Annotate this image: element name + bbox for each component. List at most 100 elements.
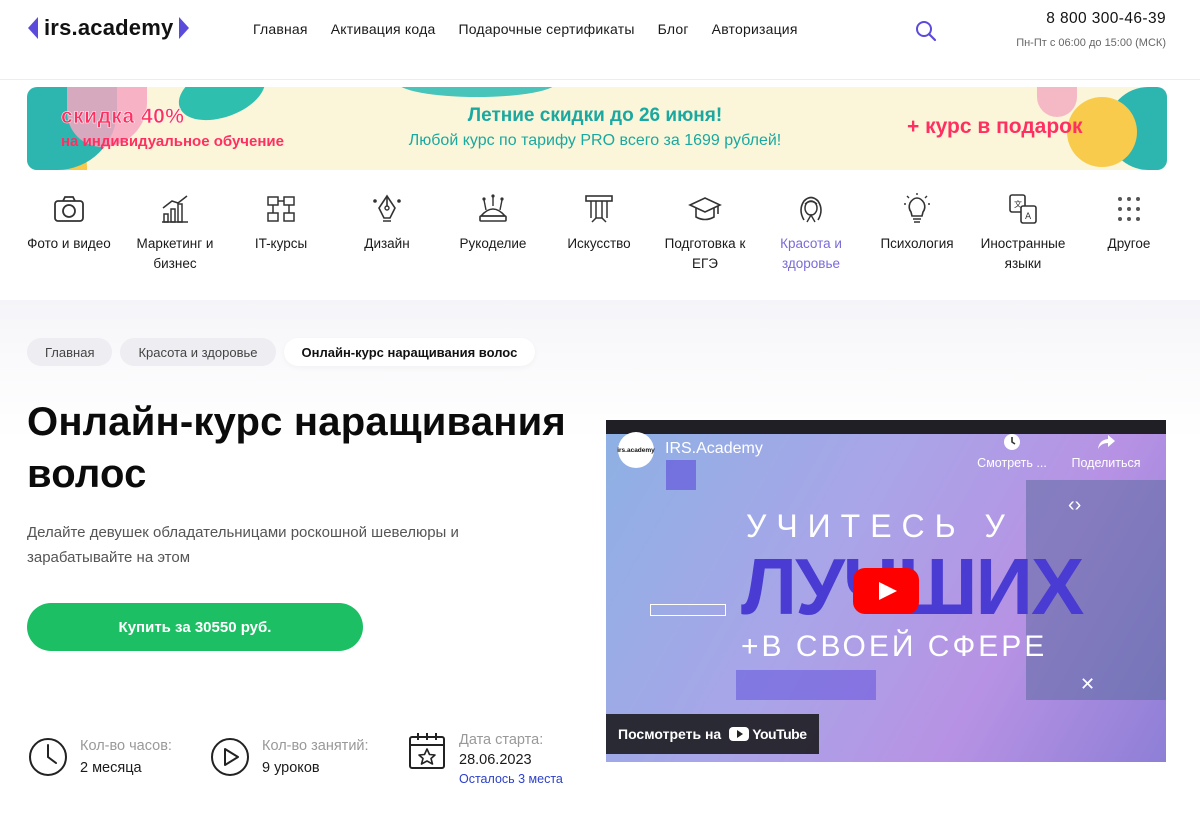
- main-nav: Главная Активация кода Подарочные сертиф…: [253, 21, 798, 37]
- breadcrumb-current: Онлайн-курс наращивания волос: [283, 338, 536, 366]
- category-label: Другое: [1107, 236, 1151, 251]
- category-other[interactable]: Другое: [1076, 192, 1182, 288]
- channel-avatar[interactable]: irs.academy: [617, 432, 655, 468]
- clock-icon: [29, 738, 67, 776]
- category-beauty-health[interactable]: Красота и здоровье: [758, 192, 864, 288]
- share-arrow-icon: [1098, 435, 1115, 449]
- stat-lessons: Кол-во занятий: 9 уроков: [209, 736, 369, 780]
- breadcrumb: Главная Красота и здоровье Онлайн-курс н…: [27, 338, 536, 366]
- channel-name[interactable]: IRS.Academy: [665, 440, 763, 458]
- logo-bracket-right: [179, 17, 190, 39]
- watch-later-label: Смотреть ...: [977, 456, 1047, 470]
- search-icon[interactable]: [915, 20, 937, 42]
- lightbulb-icon: [904, 193, 930, 223]
- category-label: IT-курсы: [254, 236, 308, 251]
- share-label: Поделиться: [1071, 456, 1141, 470]
- column-icon: [585, 195, 613, 223]
- category-exam-prep[interactable]: Подготовка к ЕГЭ: [652, 192, 758, 288]
- logo-bracket-left: [28, 17, 38, 39]
- site-header: irs.academy Главная Активация кода Подар…: [0, 0, 1200, 80]
- nav-home[interactable]: Главная: [253, 21, 308, 37]
- category-art[interactable]: Искусство: [546, 192, 652, 288]
- banner-discount: скидка 40%: [61, 105, 185, 129]
- camera-icon: [54, 196, 84, 222]
- svg-text:A: A: [1025, 212, 1032, 222]
- stat-label: Дата старта:: [459, 732, 544, 748]
- category-it[interactable]: IT-курсы: [228, 192, 334, 288]
- category-photo-video[interactable]: Фото и видео: [16, 192, 122, 288]
- breadcrumb-home[interactable]: Главная: [27, 338, 113, 366]
- category-label: Рукоделие: [459, 236, 527, 251]
- clock-icon: [1004, 434, 1020, 450]
- youtube-logo: YouTube: [729, 726, 807, 742]
- category-handicraft[interactable]: Рукоделие: [440, 192, 546, 288]
- nav-gift-certificates[interactable]: Подарочные сертификаты: [458, 21, 634, 37]
- cross-decor-icon: ✕: [1080, 674, 1096, 694]
- video-decor-frame: [650, 604, 726, 616]
- play-button[interactable]: [853, 568, 919, 614]
- stat-label: Кол-во часов:: [80, 738, 172, 754]
- video-thumbnail-decor: [666, 460, 696, 490]
- youtube-wordmark: YouTube: [752, 726, 807, 742]
- breadcrumb-category[interactable]: Красота и здоровье: [120, 338, 276, 366]
- stat-start-date: Дата старта: 28.06.2023 Осталось 3 места: [406, 730, 563, 788]
- category-label: Психология: [880, 236, 954, 251]
- stat-value: 9 уроков: [262, 760, 320, 776]
- stat-value: 28.06.2023: [459, 752, 532, 768]
- banner-decor: [171, 87, 273, 131]
- code-brackets-icon: ‹›: [1068, 494, 1082, 516]
- category-psychology[interactable]: Психология: [864, 192, 970, 288]
- translate-icon: 文 A: [1009, 194, 1037, 224]
- watch-on-label: Посмотреть на: [618, 726, 722, 742]
- woman-face-icon: [800, 196, 822, 223]
- category-label: Иностранные языки: [980, 236, 1066, 271]
- category-label: Подготовка к ЕГЭ: [664, 236, 746, 271]
- category-label: Красота и здоровье: [780, 236, 842, 271]
- buy-button[interactable]: Купить за 30550 руб.: [27, 603, 363, 651]
- grid-dots-icon: [1118, 197, 1140, 221]
- seats-left-note: Осталось 3 места: [459, 772, 563, 786]
- category-label: Искусство: [567, 236, 631, 251]
- watch-later-button[interactable]: Смотреть ...: [967, 432, 1057, 470]
- category-label: Фото и видео: [27, 236, 111, 251]
- logo[interactable]: irs.academy: [28, 14, 190, 42]
- nav-blog[interactable]: Блог: [658, 21, 689, 37]
- svg-text:文: 文: [1014, 199, 1022, 209]
- course-description: Делайте девушек обладательницами роскошн…: [27, 524, 459, 566]
- youtube-play-icon: [729, 727, 750, 741]
- network-icon: [267, 196, 295, 222]
- banner-decor: [1037, 87, 1077, 117]
- phone-number[interactable]: 8 800 300-46-39: [1046, 10, 1166, 28]
- calendar-star-icon: [409, 733, 445, 769]
- video-headline-3: +В СВОЕЙ СФЕРЕ: [741, 630, 1048, 663]
- category-design[interactable]: Дизайн: [334, 192, 440, 288]
- chart-icon: [162, 195, 188, 223]
- video-thumbnail-decor: [736, 670, 876, 700]
- banner-discount-sub: на индивидуальное обучение: [61, 133, 284, 150]
- youtube-video-embed[interactable]: irs.academy IRS.Academy Смотреть ... Под…: [606, 420, 1166, 762]
- category-label: Маркетинг и бизнес: [136, 236, 214, 271]
- page-title: Онлайн-курс наращивания волос: [27, 400, 566, 496]
- share-button[interactable]: Поделиться: [1061, 432, 1151, 470]
- nav-login[interactable]: Авторизация: [712, 21, 798, 37]
- category-marketing[interactable]: Маркетинг и бизнес: [122, 192, 228, 288]
- banner-title: Летние скидки до 26 июня!: [467, 105, 723, 126]
- nav-code-activation[interactable]: Активация кода: [331, 21, 436, 37]
- video-headline-1: УЧИТЕСЬ У: [746, 508, 1015, 544]
- pincushion-icon: [479, 194, 507, 222]
- category-languages[interactable]: 文 A Иностранные языки: [970, 192, 1076, 288]
- stat-hours: Кол-во часов: 2 месяца: [27, 736, 172, 780]
- category-label: Дизайн: [364, 236, 410, 251]
- working-hours: Пн-Пт с 06:00 до 15:00 (МСК): [1016, 37, 1166, 49]
- category-bar: Фото и видео Маркетинг и бизнес IT-курсы…: [16, 192, 1186, 288]
- banner-gift: + курс в подарок: [907, 115, 1083, 138]
- play-circle-icon: [211, 738, 249, 776]
- promo-banner[interactable]: скидка 40% на индивидуальное обучение Ле…: [27, 87, 1167, 170]
- graduation-cap-icon: [688, 197, 722, 221]
- pen-tool-icon: [373, 194, 401, 222]
- stat-value: 2 месяца: [80, 760, 142, 776]
- banner-subtitle: Любой курс по тарифу PRO всего за 1699 р…: [408, 132, 782, 149]
- logo-text: irs.academy: [44, 15, 174, 40]
- watch-on-youtube-button[interactable]: Посмотреть на YouTube: [606, 714, 819, 754]
- stat-label: Кол-во занятий:: [262, 738, 369, 754]
